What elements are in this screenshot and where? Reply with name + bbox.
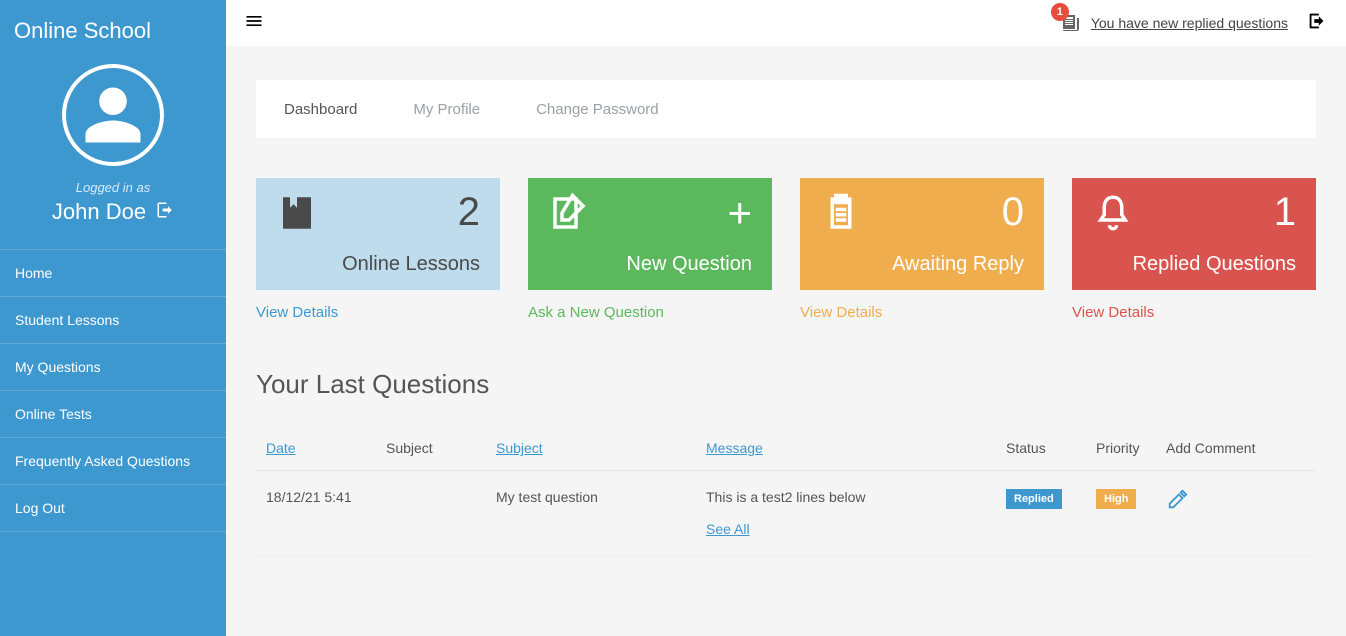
priority-badge: High [1096,489,1136,509]
sidebar-item-faq[interactable]: Frequently Asked Questions [0,437,226,484]
tab-profile[interactable]: My Profile [385,80,508,138]
section-title: Your Last Questions [256,369,1316,400]
hamburger-icon[interactable] [244,11,264,36]
edit-icon [548,192,590,234]
card-awaiting-link[interactable]: View Details [800,304,1044,321]
card-awaiting: 0 Awaiting Reply View Details [800,178,1044,321]
person-icon [80,82,146,148]
notification-link[interactable]: 1 You have new replied questions [1059,11,1288,35]
table-row: 18/12/21 5:41 My test question This is a… [256,471,1316,556]
brand-title: Online School [0,0,226,54]
col-subject1: Subject [376,426,486,471]
col-comment: Add Comment [1156,426,1316,471]
status-badge: Replied [1006,489,1062,509]
card-replied-box[interactable]: 1 Replied Questions [1072,178,1316,290]
card-new-question-link[interactable]: Ask a New Question [528,304,772,321]
card-new-question-plus: + [727,192,752,234]
card-lessons-link[interactable]: View Details [256,304,500,321]
questions-table: Date Subject Subject Message Status Prio… [256,426,1316,556]
card-lessons-box[interactable]: 2 Online Lessons [256,178,500,290]
tabs: Dashboard My Profile Change Password [256,80,1316,138]
message-text: This is a test2 lines below [706,489,986,505]
add-comment-icon[interactable] [1166,498,1188,514]
card-new-question-label: New Question [548,253,752,276]
card-awaiting-label: Awaiting Reply [820,253,1024,276]
cell-message: This is a test2 lines below See All [696,471,996,556]
see-all-link[interactable]: See All [706,521,750,537]
card-replied: 1 Replied Questions View Details [1072,178,1316,321]
exit-icon[interactable] [1306,10,1328,37]
sidebar-item-lessons[interactable]: Student Lessons [0,296,226,343]
col-subject2[interactable]: Subject [486,426,696,471]
card-lessons-label: Online Lessons [276,253,480,276]
sidebar-item-logout[interactable]: Log Out [0,484,226,532]
col-date[interactable]: Date [256,426,376,471]
avatar-block: Logged in as John Doe [0,64,226,225]
col-message[interactable]: Message [696,426,996,471]
sidebar-nav: Home Student Lessons My Questions Online… [0,249,226,532]
cell-subject: My test question [486,471,696,556]
card-new-question: + New Question Ask a New Question [528,178,772,321]
avatar [62,64,164,166]
card-replied-link[interactable]: View Details [1072,304,1316,321]
card-replied-label: Replied Questions [1092,253,1296,276]
card-lessons: 2 Online Lessons View Details [256,178,500,321]
stat-cards: 2 Online Lessons View Details + New Ques… [256,178,1316,321]
tab-dashboard[interactable]: Dashboard [256,80,385,138]
notification-text[interactable]: You have new replied questions [1091,15,1288,31]
bell-icon [1092,192,1134,234]
main-content: Dashboard My Profile Change Password 2 O… [226,46,1346,590]
card-awaiting-box[interactable]: 0 Awaiting Reply [800,178,1044,290]
logout-icon[interactable] [156,201,174,224]
notification-badge: 1 [1051,3,1069,21]
sidebar-item-questions[interactable]: My Questions [0,343,226,390]
tab-password[interactable]: Change Password [508,80,687,138]
sidebar-item-home[interactable]: Home [0,249,226,296]
card-new-question-box[interactable]: + New Question [528,178,772,290]
sidebar-item-tests[interactable]: Online Tests [0,390,226,437]
card-awaiting-count: 0 [1002,192,1024,232]
col-priority: Priority [1086,426,1156,471]
card-lessons-count: 2 [458,192,480,232]
topbar: 1 You have new replied questions [226,0,1346,46]
cell-date: 18/12/21 5:41 [256,471,376,556]
username: John Doe [52,199,146,225]
card-replied-count: 1 [1274,192,1296,232]
logged-in-label: Logged in as [0,180,226,195]
col-status: Status [996,426,1086,471]
sidebar: Online School Logged in as John Doe Home… [0,0,226,636]
book-icon [276,192,318,234]
clipboard-icon [820,192,862,234]
